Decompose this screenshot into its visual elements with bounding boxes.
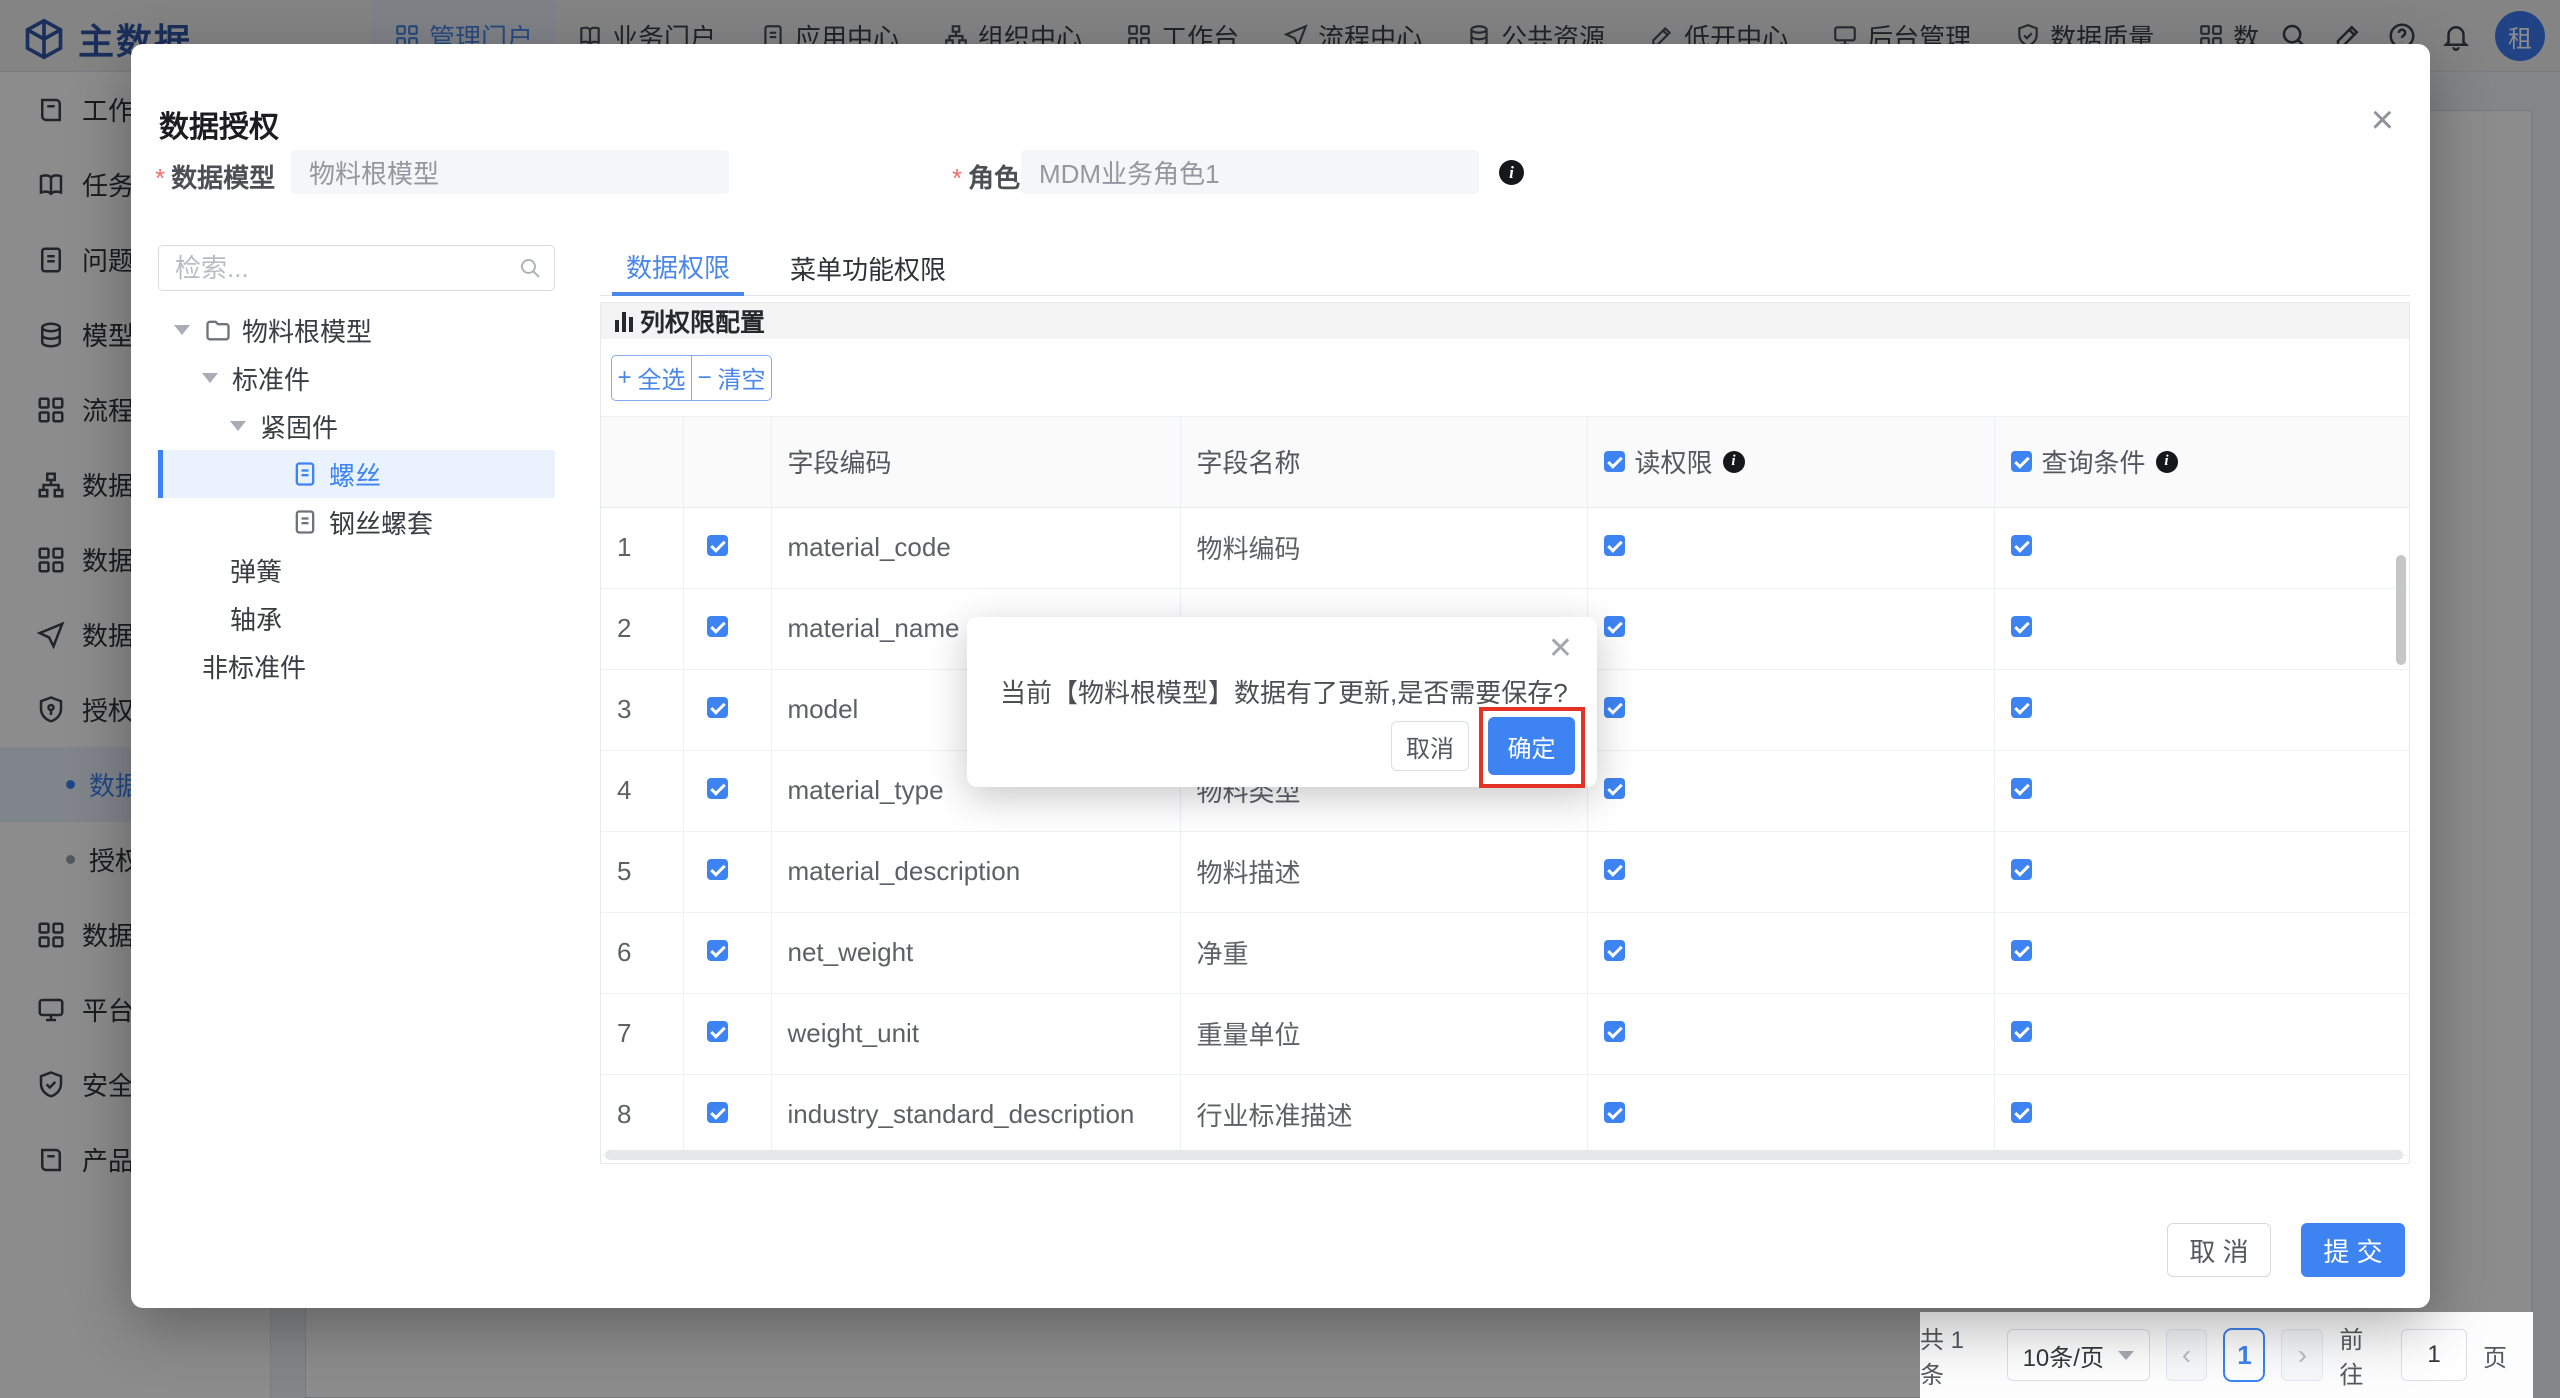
query-info-icon[interactable]: i [2156, 451, 2178, 473]
section-header: 列权限配置 [601, 303, 2409, 339]
doc-icon [291, 460, 319, 488]
confirm-cancel-button[interactable]: 取消 [1391, 721, 1469, 771]
select-all-button[interactable]: +全选 [611, 355, 692, 401]
confirm-message: 当前【物料根模型】数据有了更新,是否需要保存? [1000, 673, 1568, 710]
required-asterisk: * [952, 163, 962, 193]
section-title: 列权限配置 [640, 303, 765, 339]
search-icon [518, 256, 542, 280]
read-permission-checkbox[interactable] [1604, 451, 1625, 472]
query-checkbox[interactable] [2011, 778, 2032, 799]
tab-menu-permission[interactable]: 菜单功能权限 [776, 240, 960, 296]
read-checkbox[interactable] [1604, 940, 1625, 961]
current-page-button[interactable]: 1 [2223, 1328, 2265, 1382]
caret-down-icon[interactable] [202, 373, 218, 383]
red-annotation-box [1479, 707, 1585, 788]
goto-page-input[interactable] [2401, 1329, 2467, 1381]
clear-button[interactable]: −清空 [691, 355, 772, 401]
query-checkbox[interactable] [2011, 1102, 2032, 1123]
read-info-icon[interactable]: i [1723, 451, 1745, 473]
tree-node-fastener[interactable]: 紧固件 [158, 402, 555, 450]
minus-icon: − [697, 364, 711, 392]
read-checkbox[interactable] [1604, 1021, 1625, 1042]
read-checkbox[interactable] [1604, 535, 1625, 556]
modal-submit-button[interactable]: 提 交 [2301, 1223, 2405, 1277]
tree-node-nonstandard[interactable]: 非标准件 [158, 642, 555, 690]
query-checkbox[interactable] [2011, 697, 2032, 718]
chevron-down-icon [2118, 1351, 2134, 1360]
model-tree: 物料根模型 标准件 紧固件 螺丝 钢丝螺套 弹簧 轴承 非标准件 [158, 306, 555, 690]
row-checkbox[interactable] [707, 940, 728, 961]
model-tree-panel: 物料根模型 标准件 紧固件 螺丝 钢丝螺套 弹簧 轴承 非标准件 [158, 245, 555, 690]
modal-title: 数据授权 [159, 102, 279, 146]
row-checkbox[interactable] [707, 1021, 728, 1042]
index-header [601, 417, 683, 507]
table-row: 5material_description物料描述 [601, 831, 2409, 912]
query-checkbox[interactable] [2011, 859, 2032, 880]
read-permission-header: 读权限i [1587, 417, 1994, 507]
row-checkbox[interactable] [707, 616, 728, 637]
row-checkbox[interactable] [707, 1102, 728, 1123]
read-checkbox[interactable] [1604, 616, 1625, 637]
caret-down-icon[interactable] [230, 421, 246, 431]
table-row: 1material_code物料编码 [601, 507, 2409, 588]
caret-down-icon[interactable] [174, 325, 190, 335]
tree-node-standard[interactable]: 标准件 [158, 354, 555, 402]
tree-node-bearing[interactable]: 轴承 [158, 594, 555, 642]
pagination-bar: 共 1 条 10条/页 ‹ 1 › 前往 页 [1920, 1312, 2533, 1398]
read-checkbox[interactable] [1604, 1102, 1625, 1123]
modal-cancel-button[interactable]: 取 消 [2167, 1223, 2271, 1277]
column-chart-icon [615, 310, 633, 332]
query-checkbox[interactable] [2011, 940, 2032, 961]
row-checkbox[interactable] [707, 859, 728, 880]
row-checkbox[interactable] [707, 697, 728, 718]
row-checkbox[interactable] [707, 778, 728, 799]
prev-page-button[interactable]: ‹ [2166, 1329, 2208, 1381]
pagination-total: 共 1 条 [1920, 1320, 1991, 1390]
query-condition-checkbox[interactable] [2011, 451, 2032, 472]
role-input[interactable] [1021, 150, 1479, 194]
close-icon[interactable]: × [2371, 100, 2394, 140]
next-page-button[interactable]: › [2281, 1329, 2323, 1381]
tree-node-spring[interactable]: 弹簧 [158, 546, 555, 594]
query-checkbox[interactable] [2011, 535, 2032, 556]
page-size-select[interactable]: 10条/页 [2007, 1329, 2150, 1381]
table-row: 8industry_standard_description行业标准描述 [601, 1074, 2409, 1155]
horizontal-scrollbar[interactable] [605, 1150, 2403, 1160]
read-checkbox[interactable] [1604, 859, 1625, 880]
query-checkbox[interactable] [2011, 616, 2032, 637]
tree-search [158, 245, 555, 291]
table-row: 6net_weight净重 [601, 912, 2409, 993]
field-code-header: 字段编码 [771, 417, 1180, 507]
tree-node-root[interactable]: 物料根模型 [158, 306, 555, 354]
row-checkbox[interactable] [707, 535, 728, 556]
tree-node-screw[interactable]: 螺丝 [158, 450, 555, 498]
read-checkbox[interactable] [1604, 778, 1625, 799]
data-model-input[interactable] [291, 150, 729, 194]
data-model-label: *数据模型 [155, 158, 275, 195]
row-select-header [683, 417, 771, 507]
field-name-header: 字段名称 [1180, 417, 1587, 507]
plus-icon: + [617, 364, 631, 392]
page-unit-label: 页 [2483, 1338, 2507, 1373]
folder-icon [204, 316, 232, 344]
close-icon[interactable]: ✕ [1548, 631, 1573, 666]
table-header-row: 字段编码 字段名称 读权限i 查询条件i [601, 417, 2409, 507]
goto-label: 前往 [2339, 1320, 2385, 1390]
tree-node-wire-insert[interactable]: 钢丝螺套 [158, 498, 555, 546]
table-row: 7weight_unit重量单位 [601, 993, 2409, 1074]
role-label: *角色 [952, 158, 1020, 195]
tree-search-input[interactable] [158, 245, 555, 291]
role-info-icon[interactable]: i [1499, 160, 1524, 185]
vertical-scrollbar[interactable] [2396, 555, 2406, 665]
permission-tabs: 数据权限 菜单功能权限 [600, 240, 2410, 296]
tab-data-permission[interactable]: 数据权限 [612, 240, 744, 296]
query-condition-header: 查询条件i [1994, 417, 2409, 507]
query-checkbox[interactable] [2011, 1021, 2032, 1042]
doc-icon [291, 508, 319, 536]
required-asterisk: * [155, 163, 165, 193]
table-toolbar: +全选 −清空 [601, 339, 2409, 417]
read-checkbox[interactable] [1604, 697, 1625, 718]
